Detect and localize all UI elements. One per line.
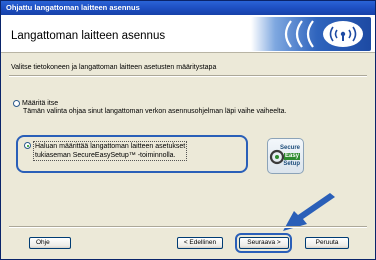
option-ses-label-line2: tukiaseman SecureEasySetup™ -toiminnolla… (35, 152, 176, 159)
option-ses-label: Haluan määrittää langattoman laitteen as… (33, 141, 188, 161)
badge-line-setup: Setup (283, 161, 300, 167)
option-manual[interactable]: Määritä itse (13, 99, 58, 108)
back-button[interactable]: < Edellinen (177, 237, 223, 249)
window-title: Ohjattu langattoman laitteen asennus (6, 3, 140, 12)
page-title: Langattoman laitteen asennus (11, 30, 166, 42)
radio-secure-easy-setup[interactable] (24, 142, 31, 149)
option-secure-easy-setup[interactable]: Haluan määrittää langattoman laitteen as… (24, 141, 188, 161)
badge-line-easy: Easy (283, 153, 300, 160)
option-manual-description: Tämän valinta ohjaa sinut langattoman ve… (23, 108, 287, 115)
radio-manual[interactable] (13, 100, 20, 107)
option-manual-label: Määritä itse (22, 100, 59, 107)
wizard-window: Ohjattu langattoman laitteen asennus Lan… (0, 0, 376, 260)
wireless-signal-icon (284, 20, 363, 48)
window-title-bar: Ohjattu langattoman laitteen asennus (1, 1, 375, 15)
wizard-header: Langattoman laitteen asennus (1, 15, 375, 53)
wireless-banner (251, 17, 371, 51)
help-button[interactable]: Ohje (29, 237, 71, 249)
instruction-text: Valitse tietokoneen ja langattoman laitt… (11, 64, 217, 71)
option-ses-label-line1: Haluan määrittää langattoman laitteen as… (35, 143, 186, 150)
footer-divider (9, 226, 367, 228)
divider (9, 75, 367, 77)
badge-line-secure: Secure (279, 145, 300, 151)
next-button[interactable]: Seuraava > (239, 237, 289, 249)
cancel-button[interactable]: Peruuta (305, 237, 349, 249)
secure-easy-setup-icon: Secure Easy Setup (267, 138, 304, 174)
